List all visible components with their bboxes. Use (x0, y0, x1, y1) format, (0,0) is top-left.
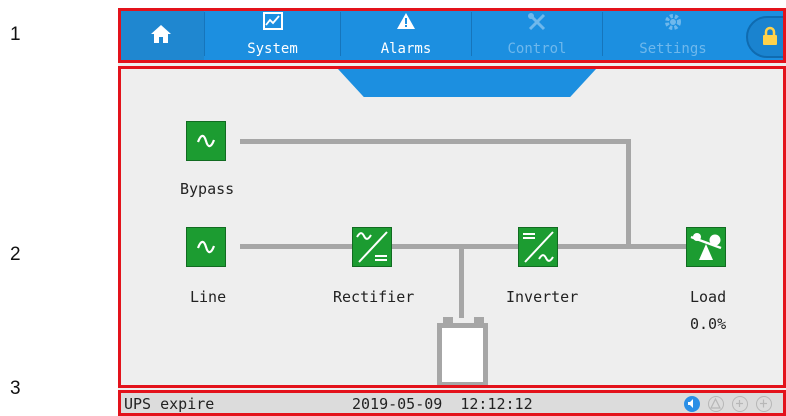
ups-screen: System Alarms Control Settings Bypass Li… (118, 8, 786, 416)
annotation-2: 2 (10, 244, 21, 265)
highlight-region-3 (118, 390, 786, 416)
highlight-region-2 (118, 66, 786, 388)
annotation-3: 3 (10, 378, 21, 399)
annotation-1: 1 (10, 24, 21, 45)
highlight-region-1 (118, 8, 786, 63)
